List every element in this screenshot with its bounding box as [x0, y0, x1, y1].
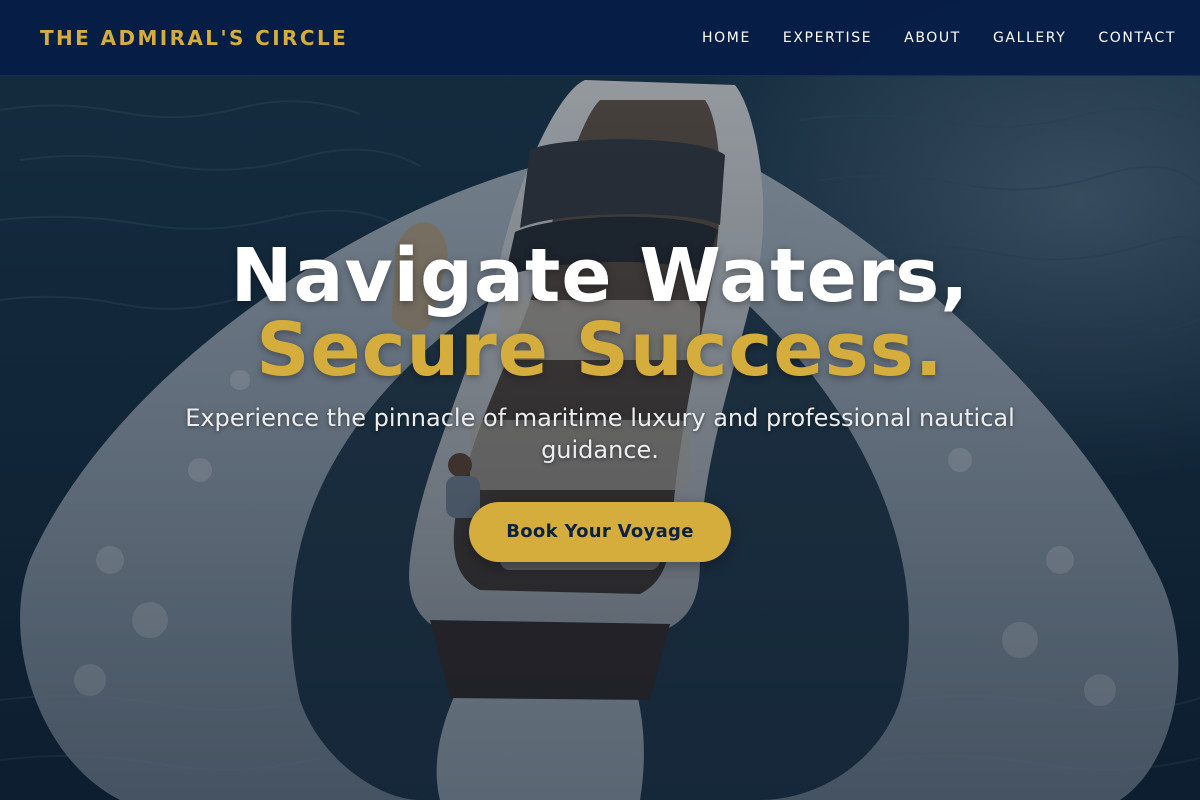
hero-section: Navigate Waters, Secure Success. Experie… — [0, 236, 1200, 562]
brand-logo-text[interactable]: THE ADMIRAL'S CIRCLE — [40, 26, 348, 50]
landing-page: THE ADMIRAL'S CIRCLE HOME EXPERTISE ABOU… — [0, 0, 1200, 800]
nav-link-expertise[interactable]: EXPERTISE — [783, 28, 872, 48]
top-navbar: THE ADMIRAL'S CIRCLE HOME EXPERTISE ABOU… — [0, 0, 1200, 76]
nav-link-contact[interactable]: CONTACT — [1098, 28, 1176, 48]
nav-link-home[interactable]: HOME — [702, 28, 751, 48]
nav-link-gallery[interactable]: GALLERY — [993, 28, 1066, 48]
main-nav: HOME EXPERTISE ABOUT GALLERY CONTACT — [702, 28, 1176, 48]
hero-headline-line2: Secure Success. — [256, 307, 944, 393]
nav-link-about[interactable]: ABOUT — [904, 28, 961, 48]
hero-headline-line1: Navigate Waters, — [230, 233, 970, 319]
hero-subheading: Experience the pinnacle of maritime luxu… — [185, 404, 1015, 464]
book-voyage-button[interactable]: Book Your Voyage — [469, 502, 731, 562]
